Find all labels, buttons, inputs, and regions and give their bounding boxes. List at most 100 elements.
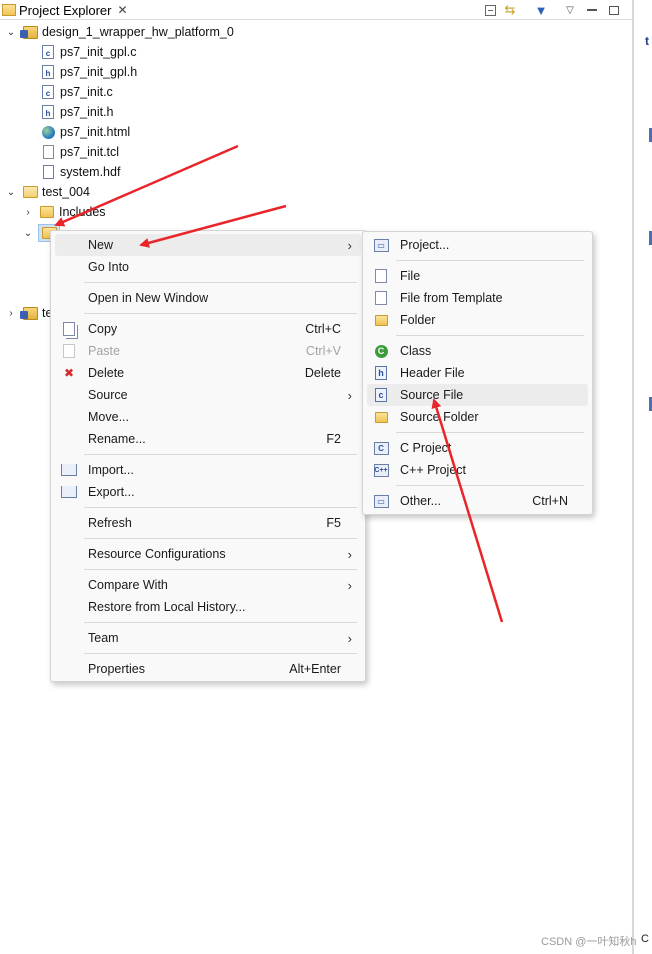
menu-item-label: Header File xyxy=(400,366,465,380)
menu-separator xyxy=(396,485,584,486)
delete-icon: ✖ xyxy=(63,366,75,380)
editor-tail-letter: C xyxy=(641,933,649,945)
tree-item-collapsed-project[interactable]: › te xyxy=(4,303,52,323)
menu-item-label: Export... xyxy=(88,485,135,499)
menu-item-restore-from-local-history[interactable]: Restore from Local History... xyxy=(55,596,361,618)
submenu-arrow-icon: › xyxy=(347,630,352,646)
collapse-chevron-icon[interactable]: › xyxy=(21,205,35,219)
menu-separator xyxy=(84,653,357,654)
submenu-arrow-icon: › xyxy=(347,237,352,253)
menu-item-label: Source Folder xyxy=(400,410,479,424)
menu-item-rename[interactable]: Rename... F2 xyxy=(55,428,361,450)
menu-item-new[interactable]: New › xyxy=(55,234,361,256)
menu-item-label: Go Into xyxy=(88,260,129,274)
menu-item-refresh[interactable]: Refresh F5 xyxy=(55,512,361,534)
close-icon[interactable]: ✕ xyxy=(117,3,127,17)
submenu-arrow-icon: › xyxy=(347,387,352,403)
header-file-icon: h xyxy=(373,365,389,381)
submenu-item-header-file[interactable]: h Header File xyxy=(367,362,588,384)
tree-item-file[interactable]: c ps7_init_gpl.c xyxy=(40,42,136,62)
c-project-icon xyxy=(22,184,38,200)
tree-item-app-project[interactable]: ⌄ test_004 xyxy=(4,182,90,202)
tree-item-label: ps7_init.h xyxy=(60,105,114,119)
source-file-icon: c xyxy=(373,387,389,403)
menu-item-label: New xyxy=(88,238,114,252)
submenu-item-source-file[interactable]: c Source File xyxy=(367,384,588,406)
tree-item-file[interactable]: h ps7_init_gpl.h xyxy=(40,62,137,82)
tree-item-file[interactable]: ps7_init.html xyxy=(40,122,130,142)
menu-item-export[interactable]: Export... xyxy=(55,481,361,503)
menu-item-import[interactable]: Import... xyxy=(55,459,361,481)
menu-item-delete[interactable]: ✖ Delete Delete xyxy=(55,362,361,384)
menu-item-go-into[interactable]: Go Into xyxy=(55,256,361,278)
c-project-icon: C xyxy=(373,440,389,456)
expand-chevron-icon[interactable]: ⌄ xyxy=(4,185,18,199)
menu-item-shortcut: Ctrl+V xyxy=(305,344,341,358)
hdf-file-icon xyxy=(40,164,56,180)
menu-item-label: File from Template xyxy=(400,291,503,305)
menu-item-label: Restore from Local History... xyxy=(88,600,246,614)
menu-item-copy[interactable]: Copy Ctrl+C xyxy=(55,318,361,340)
menu-item-resource-configurations[interactable]: Resource Configurations › xyxy=(55,543,361,565)
submenu-item-folder[interactable]: Folder xyxy=(367,309,588,331)
view-tab-bar: Project Explorer ✕ ⇆ ▼ ▽ xyxy=(0,0,632,20)
project-explorer-icon xyxy=(2,4,16,16)
submenu-item-file[interactable]: File xyxy=(367,265,588,287)
menu-item-properties[interactable]: Properties Alt+Enter xyxy=(55,658,361,680)
tree-item-label: ps7_init.c xyxy=(60,85,113,99)
tree-item-label: system.hdf xyxy=(60,165,121,179)
tree-item-includes[interactable]: › Includes xyxy=(21,202,105,222)
menu-item-shortcut: F2 xyxy=(326,432,341,446)
menu-item-move[interactable]: Move... xyxy=(55,406,361,428)
project-explorer-tab[interactable]: Project Explorer ✕ xyxy=(0,0,128,20)
submenu-item-c-project[interactable]: C C Project xyxy=(367,437,588,459)
menu-item-label: Delete xyxy=(88,366,125,380)
expand-chevron-icon[interactable]: ⌄ xyxy=(4,25,18,39)
maximize-icon[interactable] xyxy=(606,2,622,18)
view-menu-icon[interactable]: ▽ xyxy=(562,2,578,18)
tree-item-platform-project[interactable]: ⌄ design_1_wrapper_hw_platform_0 xyxy=(4,22,234,42)
c-file-icon: c xyxy=(40,84,56,100)
watermark: CSDN @一叶知秋h xyxy=(541,936,637,948)
hw-platform-project-icon xyxy=(19,24,38,40)
menu-item-open-in-new-window[interactable]: Open in New Window xyxy=(55,287,361,309)
submenu-item-other[interactable]: ▭ Other... Ctrl+N xyxy=(367,490,588,512)
menu-item-team[interactable]: Team › xyxy=(55,627,361,649)
menu-separator xyxy=(396,432,584,433)
menu-item-source[interactable]: Source › xyxy=(55,384,361,406)
menu-item-label: Team xyxy=(88,631,119,645)
menu-item-label: Source xyxy=(88,388,128,402)
menu-item-label: Move... xyxy=(88,410,129,424)
submenu-item-file-from-template[interactable]: File from Template xyxy=(367,287,588,309)
submenu-item-project[interactable]: ▭ Project... xyxy=(367,234,588,256)
tree-item-file[interactable]: ps7_init.tcl xyxy=(40,142,119,162)
menu-separator xyxy=(84,538,357,539)
submenu-item-source-folder[interactable]: Source Folder xyxy=(367,406,588,428)
minimize-icon[interactable] xyxy=(584,2,600,18)
cpp-project-icon: C++ xyxy=(373,462,389,478)
menu-separator xyxy=(84,313,357,314)
expand-chevron-icon[interactable]: ⌄ xyxy=(21,226,35,240)
submenu-item-cpp-project[interactable]: C++ C++ Project xyxy=(367,459,588,481)
filter-icon[interactable]: ▼ xyxy=(533,2,549,18)
tree-item-file[interactable]: h ps7_init.h xyxy=(40,102,114,122)
submenu-arrow-icon: › xyxy=(347,546,352,562)
source-folder-icon xyxy=(373,409,389,425)
tree-item-file[interactable]: system.hdf xyxy=(40,162,120,182)
submenu-item-class[interactable]: C Class xyxy=(367,340,588,362)
tree-item-label: ps7_init_gpl.h xyxy=(60,65,138,79)
collapse-chevron-icon[interactable]: › xyxy=(4,306,18,320)
includes-icon xyxy=(39,204,55,220)
link-with-editor-icon[interactable]: ⇆ xyxy=(502,2,518,18)
menu-item-label: Properties xyxy=(88,662,145,676)
submenu-arrow-icon: › xyxy=(347,577,352,593)
menu-item-label: Refresh xyxy=(88,516,132,530)
menu-separator xyxy=(84,507,357,508)
new-submenu: ▭ Project... File File from Template Fol… xyxy=(362,231,593,515)
collapse-all-icon[interactable] xyxy=(482,2,498,18)
menu-item-label: C Project xyxy=(400,441,452,455)
menu-item-compare-with[interactable]: Compare With › xyxy=(55,574,361,596)
view-title: Project Explorer xyxy=(19,2,112,18)
menu-item-label: C++ Project xyxy=(400,463,467,477)
tree-item-file[interactable]: c ps7_init.c xyxy=(40,82,113,102)
